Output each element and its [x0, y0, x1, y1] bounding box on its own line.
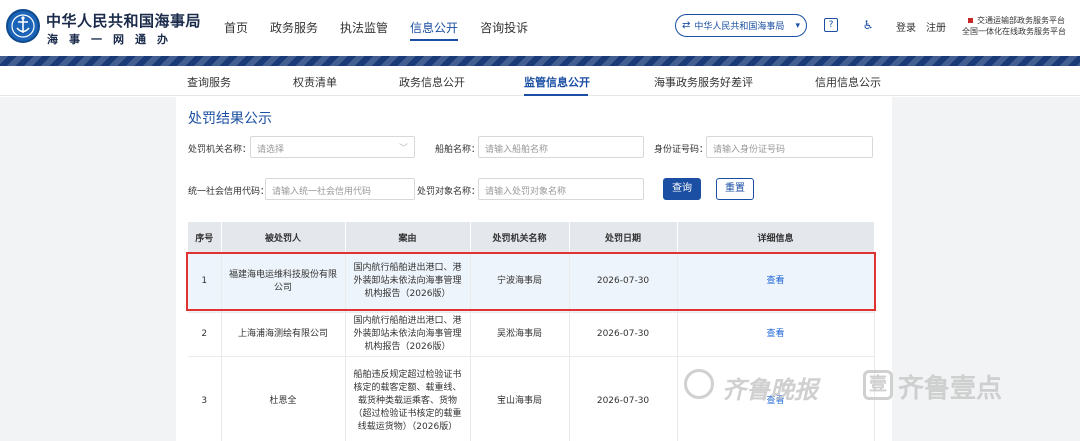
platform-links: 交通运输部政务服务平台 全国一体化在线政务服务平台 — [962, 15, 1066, 37]
register-link[interactable]: 注册 — [926, 19, 946, 34]
sub-nav: 查询服务 权责清单 政务信息公开 监管信息公开 海事政务服务好差评 信用信息公示 — [0, 66, 1080, 96]
col-header-party: 被处罚人 — [221, 222, 346, 252]
cell-reason: 国内航行船舶进出港口、港外装卸站未依法向海事管理机构报告（2026版） — [345, 312, 471, 357]
nav-services[interactable]: 政务服务 — [270, 16, 318, 41]
table-row: 3 杜恩全 船舶违反规定超过检验证书核定的载客定额、载重线、载货种类载运乘客、货… — [188, 356, 875, 441]
cell-no: 2 — [188, 312, 222, 357]
chevron-down-icon: ﹀ — [398, 144, 408, 154]
subnav-supervision-info[interactable]: 监管信息公开 — [524, 74, 590, 90]
view-detail-link[interactable]: 查看 — [766, 276, 784, 286]
top-header: 中华人民共和国海事局 海事一网通办 首页 政务服务 执法监管 信息公开 咨询投诉… — [0, 0, 1080, 56]
cell-no: 3 — [188, 356, 222, 441]
ship-name-label: 船舶名称： — [435, 145, 481, 155]
subnav-gov-info[interactable]: 政务信息公开 — [399, 74, 465, 90]
help-icon[interactable]: ? — [824, 18, 838, 32]
cell-party: 上海浦海测绘有限公司 — [221, 312, 346, 357]
accessibility-icon[interactable]: ♿ — [861, 18, 875, 32]
search-button[interactable]: 查询 — [663, 178, 701, 200]
subnav-power-list[interactable]: 权责清单 — [293, 74, 337, 90]
reset-button[interactable]: 重置 — [716, 178, 754, 200]
cell-date: 2026-07-30 — [569, 356, 678, 441]
nav-home[interactable]: 首页 — [224, 16, 248, 41]
col-header-no: 序号 — [188, 222, 222, 252]
platform-link-national[interactable]: 全国一体化在线政务服务平台 — [962, 26, 1066, 37]
table-row: 1 福建海电运维科技股份有限公司 国内航行船舶进出港口、港外装卸站未依法向海事管… — [188, 252, 875, 313]
view-detail-link[interactable]: 查看 — [766, 396, 784, 406]
red-square-icon — [968, 18, 973, 23]
section-title: 处罚结果公示 — [188, 111, 272, 127]
table-row: 2 上海浦海测绘有限公司 国内航行船舶进出港口、港外装卸站未依法向海事管理机构报… — [188, 312, 875, 357]
col-header-detail: 详细信息 — [677, 222, 875, 252]
id-number-label: 身份证号码： — [654, 145, 709, 155]
credit-code-label: 统一社会信用代码： — [188, 187, 270, 197]
cell-date: 2026-07-30 — [569, 252, 678, 313]
target-name-input[interactable]: 请输入处罚对象名称 — [478, 178, 644, 200]
cell-authority: 宝山海事局 — [470, 356, 570, 441]
cell-reason: 国内航行船舶进出港口、港外装卸站未依法向海事管理机构报告（2026版） — [345, 252, 471, 313]
cell-no: 1 — [188, 252, 222, 313]
switch-icon: ⇄ — [682, 20, 691, 31]
page: 中华人民共和国海事局 海事一网通办 首页 政务服务 执法监管 信息公开 咨询投诉… — [0, 0, 1080, 441]
brand-subtitle: 海事一网通办 — [47, 33, 179, 46]
cell-detail: 查看 — [677, 252, 875, 313]
target-name-label: 处罚对象名称： — [417, 187, 481, 197]
chevron-down-icon: ▾ — [795, 20, 800, 31]
nav-consult-complaint[interactable]: 咨询投诉 — [480, 16, 528, 41]
cell-reason: 船舶违反规定超过检验证书核定的载客定额、载重线、载货种类载运乘客、货物（超过检验… — [345, 356, 471, 441]
authority-select[interactable]: 请选择 ﹀ — [250, 136, 415, 158]
col-header-authority: 处罚机关名称 — [470, 222, 570, 252]
col-header-reason: 案由 — [345, 222, 471, 252]
authority-select-value: 请选择 — [257, 145, 285, 155]
authority-label: 处罚机关名称： — [188, 145, 252, 155]
org-selector-label: 中华人民共和国海事局 — [694, 22, 785, 32]
brand-title: 中华人民共和国海事局 — [46, 12, 202, 30]
nav-enforcement[interactable]: 执法监管 — [340, 16, 388, 41]
header-stripe — [0, 56, 1080, 66]
cell-party: 福建海电运维科技股份有限公司 — [221, 252, 346, 313]
cell-detail: 查看 — [677, 312, 875, 357]
main-nav: 首页 政务服务 执法监管 信息公开 咨询投诉 — [224, 16, 550, 41]
msa-logo[interactable] — [6, 9, 40, 43]
cell-party: 杜恩全 — [221, 356, 346, 441]
subnav-service-rating[interactable]: 海事政务服务好差评 — [654, 74, 753, 90]
ship-name-input[interactable]: 请输入船舶名称 — [478, 136, 644, 158]
view-detail-link[interactable]: 查看 — [766, 329, 784, 339]
nav-info-disclosure[interactable]: 信息公开 — [410, 16, 459, 41]
cell-authority: 吴淞海事局 — [470, 312, 570, 357]
credit-code-input[interactable]: 请输入统一社会信用代码 — [265, 178, 415, 200]
subnav-active-underline — [524, 94, 588, 96]
org-selector[interactable]: ⇄ 中华人民共和国海事局 ▾ — [675, 14, 807, 37]
cell-date: 2026-07-30 — [569, 312, 678, 357]
table-header-row: 序号 被处罚人 案由 处罚机关名称 处罚日期 详细信息 — [188, 222, 875, 252]
subnav-credit-info[interactable]: 信用信息公示 — [815, 74, 881, 90]
cell-detail: 查看 — [677, 356, 875, 441]
penalty-table: 序号 被处罚人 案由 处罚机关名称 处罚日期 详细信息 1 福建海电运维科技股份… — [188, 222, 875, 441]
platform-link-transport[interactable]: 交通运输部政务服务平台 — [968, 15, 1066, 26]
subnav-query-service[interactable]: 查询服务 — [187, 74, 231, 90]
login-link[interactable]: 登录 — [896, 19, 916, 34]
col-header-date: 处罚日期 — [569, 222, 678, 252]
id-number-input[interactable]: 请输入身份证号码 — [706, 136, 873, 158]
cell-authority: 宁波海事局 — [470, 252, 570, 313]
